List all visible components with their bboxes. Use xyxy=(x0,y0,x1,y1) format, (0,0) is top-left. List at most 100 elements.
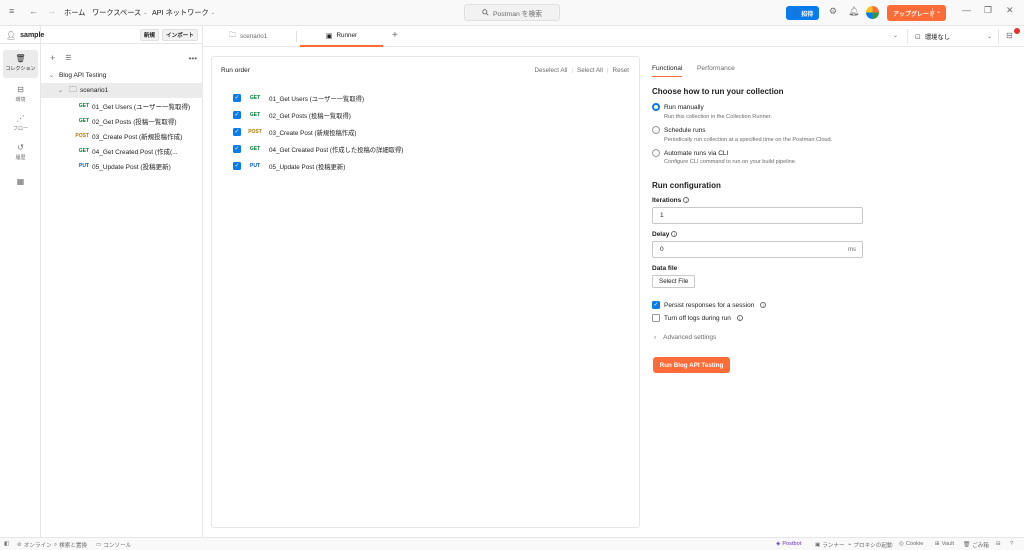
tab-functional[interactable]: Functional xyxy=(652,65,683,77)
run-row: ✓ GET 04_Get Created Post (作成した投稿の詳細取得) xyxy=(233,145,404,154)
online-status[interactable]: ⊘ オンライン xyxy=(17,541,52,549)
notification-badge xyxy=(1014,28,1020,34)
search-icon: ⌕ xyxy=(54,541,58,548)
bell-icon[interactable]: 🔔︎ xyxy=(848,6,859,17)
chevron-right-icon: › xyxy=(654,334,657,341)
request-checkbox[interactable]: ✓ xyxy=(233,111,241,119)
api-network-menu[interactable]: API ネットワーク ⌄ xyxy=(152,8,215,18)
workspaces-menu[interactable]: ワークスペース ⌄ xyxy=(92,8,147,18)
request-checkbox[interactable]: ✓ xyxy=(233,145,241,153)
list-item[interactable]: GET 04_Get Created Post (作成(... xyxy=(41,143,203,158)
find-replace-button[interactable]: ⌕ 検索と置換 xyxy=(54,541,87,550)
vault-button[interactable]: ⊞ Vault xyxy=(935,541,954,547)
iterations-label: Iterations i xyxy=(652,197,690,204)
list-item[interactable]: POST 03_Create Post (新規投稿作成) xyxy=(41,128,203,143)
tab-runner[interactable]: ▣ Runner xyxy=(300,26,383,47)
grid-icon: ▦ xyxy=(16,177,25,186)
avatar[interactable] xyxy=(866,6,879,19)
deselect-all-button[interactable]: Deselect All xyxy=(534,67,567,74)
tab-performance[interactable]: Performance xyxy=(697,65,735,72)
delay-input[interactable]: 0 ms xyxy=(652,241,863,258)
turn-off-logs-checkbox[interactable]: Turn off logs during run i xyxy=(652,314,743,322)
add-icon[interactable]: + xyxy=(50,53,55,63)
console-button[interactable]: ▭ コンソール xyxy=(96,541,131,549)
run-row: ✓ PUT 05_Update Post (投稿更新) xyxy=(233,162,346,171)
tab-scenario1[interactable]: 🗀 scenario1 xyxy=(229,26,294,47)
layout-icon[interactable]: ⊟ xyxy=(996,541,1001,547)
delay-label: Delay i xyxy=(652,231,678,238)
iterations-input[interactable]: 1 xyxy=(652,207,863,224)
search-input[interactable]: Postman を検索 xyxy=(464,4,560,21)
rail-item-collections[interactable]: 🗑︎ コレクション xyxy=(3,50,38,78)
status-bar: ◧ ⊘ オンライン ⌕ 検索と置換 ▭ コンソール ◈ Postbot ▣ ランナー ⌁ プ… xyxy=(0,537,1024,550)
rail-item-history[interactable]: ↺ 履歴 xyxy=(3,139,38,167)
radio-schedule-runs[interactable]: Schedule runs xyxy=(652,126,706,134)
postbot-icon: ◈ xyxy=(776,541,781,547)
reset-button[interactable]: Reset xyxy=(613,67,629,74)
info-icon: i xyxy=(760,302,767,308)
new-tab-icon[interactable]: + xyxy=(392,30,398,41)
minimize-icon[interactable]: — xyxy=(962,5,971,15)
toggle-sidebar-icon[interactable]: ◧ xyxy=(4,541,9,547)
select-all-button[interactable]: Select All xyxy=(577,67,603,74)
chevron-down-icon: ⌄ xyxy=(58,88,64,94)
restore-icon[interactable]: ❐ xyxy=(984,5,992,16)
back-arrow-icon[interactable]: ← xyxy=(29,6,38,16)
run-config-title: Run configuration xyxy=(652,181,721,190)
rail-item-flows[interactable]: ⋰ フロー xyxy=(3,110,38,138)
trash-button[interactable]: 🗑︎ ごみ箱 xyxy=(963,541,989,549)
close-icon[interactable]: ✕ xyxy=(1006,5,1014,16)
check-circle-icon: ⊘ xyxy=(17,542,22,548)
console-icon: ▭ xyxy=(96,542,102,548)
list-item[interactable]: GET 01_Get Users (ユーザー一覧取得) xyxy=(41,98,203,113)
select-file-button[interactable]: Select File xyxy=(652,275,696,288)
notification-icon[interactable]: ⊟ xyxy=(1006,31,1013,40)
rail-item-environments[interactable]: ⊟ 環境 xyxy=(3,81,38,109)
home-link[interactable]: ホーム xyxy=(64,8,85,18)
persist-responses-checkbox[interactable]: ✓ Persist responses for a session i xyxy=(652,301,767,309)
folder-icon: 🗀 xyxy=(69,84,78,94)
request-checkbox[interactable]: ✓ xyxy=(233,94,241,102)
cookie-button[interactable]: ◎ Cookie xyxy=(899,541,923,547)
radio-automate-cli[interactable]: Automate runs via CLI xyxy=(652,149,728,157)
environment-selector[interactable]: ⊡ 環境なし ⌄ xyxy=(907,29,999,44)
filter-icon[interactable]: ☰ xyxy=(65,54,71,62)
run-collection-button[interactable]: Run Blog API Testing xyxy=(653,357,730,373)
runner-button[interactable]: ▣ ランナー xyxy=(815,541,845,549)
vault-icon: ⊞ xyxy=(935,541,940,547)
top-bar: ≡ ← → ホーム ワークスペース ⌄ API ネットワーク ⌄ Postman を… xyxy=(0,0,1024,26)
proxy-button[interactable]: ⌁ プロキシの起動 xyxy=(848,541,893,549)
request-checkbox[interactable]: ✓ xyxy=(233,128,241,136)
trash-icon: 🗑︎ xyxy=(963,542,971,548)
advanced-settings-toggle[interactable]: › Advanced settings xyxy=(654,334,716,341)
menu-icon[interactable]: ≡ xyxy=(9,6,14,16)
rail-item-configure[interactable]: ▦ xyxy=(3,173,38,201)
sidebar: + ☰ ••• ⌄ Blog API Testing ⌄ 🗀 scenario1… xyxy=(41,26,203,537)
forward-arrow-icon[interactable]: → xyxy=(47,6,56,16)
upgrade-button[interactable]: アップグレード ⌄ xyxy=(887,5,946,21)
collections-icon: 🗑︎ xyxy=(15,54,26,63)
postbot-button[interactable]: ◈ Postbot xyxy=(776,541,801,547)
help-icon[interactable]: ? xyxy=(1010,541,1013,547)
radio-run-manually[interactable]: Run manually xyxy=(652,103,704,111)
search-icon xyxy=(482,9,489,16)
more-icon[interactable]: ••• xyxy=(189,54,197,63)
run-order-title: Run order xyxy=(221,67,250,74)
flows-icon: ⋰ xyxy=(16,114,25,123)
list-item[interactable]: GET 02_Get Posts (投稿一覧取得) xyxy=(41,113,203,128)
gear-icon[interactable]: ⚙ xyxy=(829,6,837,17)
chevron-down-icon: ⌄ xyxy=(936,9,942,15)
add-user-icon: 👤 xyxy=(791,10,800,17)
tab-bar: 🗀 scenario1 ▣ Runner + ⌄ ⊡ 環境なし ⌄ ⊟ xyxy=(203,26,1024,47)
runner-icon: ▣ xyxy=(325,32,333,40)
collection-row[interactable]: ⌄ Blog API Testing xyxy=(41,68,203,83)
chevron-down-icon: ⌄ xyxy=(143,10,148,16)
chevron-down-icon[interactable]: ⌄ xyxy=(893,32,898,39)
request-checkbox[interactable]: ✓ xyxy=(233,162,241,170)
invite-button[interactable]: 👤 招待 xyxy=(786,6,819,20)
left-rail: 🗑︎ コレクション ⊟ 環境 ⋰ フロー ↺ 履歴 ▦ xyxy=(0,26,41,537)
info-icon: i xyxy=(736,315,743,321)
folder-row[interactable]: ⌄ 🗀 scenario1 xyxy=(41,83,203,98)
run-config-panel: Functional Performance Choose how to run… xyxy=(652,58,1012,398)
list-item[interactable]: PUT 05_Update Post (投稿更新) xyxy=(41,158,203,173)
